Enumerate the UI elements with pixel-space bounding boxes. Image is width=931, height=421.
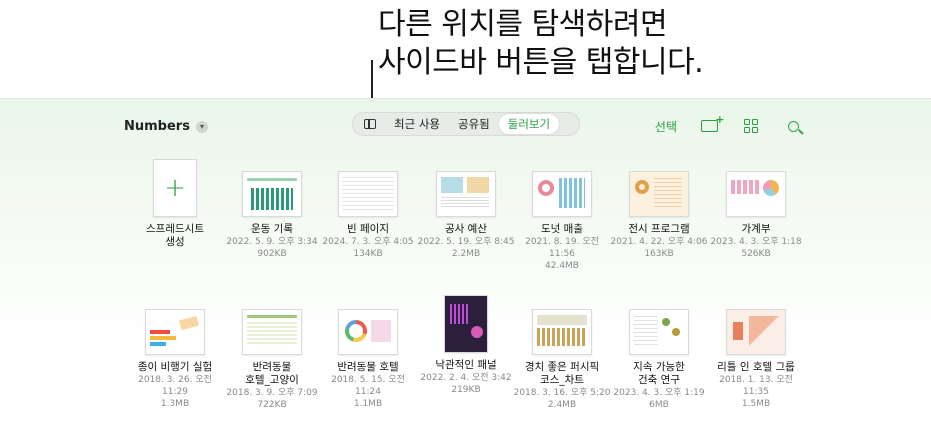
app-title: Numbers <box>124 119 190 134</box>
sidebar-icon <box>364 119 376 129</box>
file-item[interactable]: 도넛 매출 2021. 8. 19. 오전 11:56 42.4MB <box>512 171 612 272</box>
plus-icon: + <box>153 159 197 217</box>
file-name: 스프레드시트 생성 <box>146 223 204 248</box>
file-name: 반려동물 호텔 <box>337 361 399 373</box>
file-name: 빈 페이지 <box>347 223 389 235</box>
callout-caption: 다른 위치를 탐색하려면 사이드바 버튼을 탭합니다. <box>378 6 704 82</box>
file-size: 134KB <box>353 249 383 259</box>
file-name: 반려동물 호텔_고양이 <box>245 361 299 386</box>
file-size: 42.4MB <box>545 261 579 271</box>
file-item[interactable]: 리틀 인 호텔 그룹 2018. 1. 13. 오전 11:35 1.5MB <box>706 309 806 410</box>
file-name: 운동 기록 <box>251 223 293 235</box>
file-size: 722KB <box>257 400 287 410</box>
file-size: 902KB <box>257 249 287 259</box>
file-date: 2018. 3. 9. 오후 7:09 <box>226 388 318 398</box>
file-thumbnail <box>629 309 689 355</box>
file-size: 1.3MB <box>160 399 190 409</box>
file-item[interactable]: 전시 프로그램 2021. 4. 22. 오후 4:06 163KB <box>609 171 709 260</box>
file-name: 공사 예산 <box>445 223 487 235</box>
file-date: 2023. 4. 3. 오후 1:19 <box>613 388 705 398</box>
file-date: 2023. 4. 3. 오후 1:18 <box>710 237 802 247</box>
create-spreadsheet-item[interactable]: + 스프레드시트 생성 <box>125 159 225 249</box>
location-segmented-control: 최근 사용 공유됨 둘러보기 <box>352 112 580 136</box>
file-size: 219KB <box>451 385 481 395</box>
file-thumbnail <box>436 171 496 217</box>
tab-browse[interactable]: 둘러보기 <box>498 114 560 134</box>
app-title-menu[interactable]: Numbers ▾ <box>124 119 208 134</box>
file-thumbnail <box>338 171 398 217</box>
file-thumbnail <box>532 171 592 217</box>
file-name: 리틀 인 호텔 그룹 <box>717 361 795 373</box>
file-thumbnail <box>444 295 488 353</box>
file-date: 2021. 4. 22. 오후 4:06 <box>610 237 708 247</box>
file-size: 526KB <box>741 249 771 259</box>
file-item[interactable]: 낙관적인 패널 2022. 2. 4. 오전 3:42 219KB <box>416 295 516 396</box>
tab-shared[interactable]: 공유됨 <box>449 114 499 134</box>
file-item[interactable]: 운동 기록 2022. 5. 9. 오후 3:34 902KB <box>222 171 322 260</box>
file-date: 2018. 5. 15. 오전 11:24 <box>331 375 405 397</box>
tab-recent[interactable]: 최근 사용 <box>385 114 449 134</box>
file-name: 지속 가능한 건축 연구 <box>633 361 685 386</box>
search-icon <box>787 120 799 132</box>
file-date: 2022. 5. 19. 오후 8:45 <box>417 237 515 247</box>
file-thumbnail <box>726 171 786 217</box>
new-folder-button[interactable] <box>699 113 724 135</box>
file-name: 경치 좋은 퍼시픽 코스_차트 <box>524 361 600 386</box>
file-item[interactable]: 빈 페이지 2024. 7. 3. 오후 4:05 134KB <box>318 171 418 260</box>
file-item[interactable]: 종이 비행기 실험 2018. 3. 26. 오전 11:29 1.3MB <box>125 309 225 410</box>
chevron-down-icon: ▾ <box>195 120 208 133</box>
file-thumbnail <box>532 309 592 355</box>
file-name: 전시 프로그램 <box>628 223 690 235</box>
toolbar-actions: 선택 <box>655 113 803 135</box>
file-size: 6MB <box>649 400 669 410</box>
file-date: 2021. 8. 19. 오전 11:56 <box>525 237 599 259</box>
sidebar-button[interactable] <box>355 114 385 134</box>
file-date: 2022. 5. 9. 오후 3:34 <box>226 237 318 247</box>
file-date: 2022. 2. 4. 오전 3:42 <box>420 373 512 383</box>
file-item[interactable]: 지속 가능한 건축 연구 2023. 4. 3. 오후 1:19 6MB <box>609 309 709 411</box>
file-size: 2.2MB <box>451 249 481 259</box>
file-size: 1.1MB <box>353 399 383 409</box>
file-item[interactable]: 반려동물 호텔 2018. 5. 15. 오전 11:24 1.1MB <box>318 309 418 410</box>
file-thumbnail <box>145 309 205 355</box>
search-button[interactable] <box>783 117 803 135</box>
view-mode-button[interactable] <box>741 117 761 135</box>
callout-line-1: 다른 위치를 탐색하려면 <box>378 7 668 42</box>
file-size: 2.4MB <box>547 400 577 410</box>
document-browser: Numbers ▾ 최근 사용 공유됨 둘러보기 선택 + 스프레드시트 생성 … <box>0 98 931 421</box>
file-name: 가계부 <box>741 223 771 235</box>
file-size: 163KB <box>644 249 674 259</box>
new-folder-icon <box>700 113 724 132</box>
file-name: 도넛 매출 <box>541 223 583 235</box>
file-date: 2018. 1. 13. 오전 11:35 <box>719 375 793 397</box>
grid-view-icon <box>744 119 758 133</box>
file-thumbnail <box>726 309 786 355</box>
file-date: 2018. 3. 16. 오후 5:20 <box>513 388 611 398</box>
file-thumbnail <box>242 309 302 355</box>
file-date: 2024. 7. 3. 오후 4:05 <box>322 237 414 247</box>
file-item[interactable]: 경치 좋은 퍼시픽 코스_차트 2018. 3. 16. 오후 5:20 2.4… <box>512 309 612 411</box>
file-item[interactable]: 공사 예산 2022. 5. 19. 오후 8:45 2.2MB <box>416 171 516 260</box>
file-size: 1.5MB <box>741 399 771 409</box>
file-name: 낙관적인 패널 <box>435 359 497 371</box>
file-item[interactable]: 반려동물 호텔_고양이 2018. 3. 9. 오후 7:09 722KB <box>222 309 322 411</box>
file-date: 2018. 3. 26. 오전 11:29 <box>138 375 212 397</box>
file-name: 종이 비행기 실험 <box>137 361 213 373</box>
file-thumbnail <box>338 309 398 355</box>
file-item[interactable]: 가계부 2023. 4. 3. 오후 1:18 526KB <box>706 171 806 260</box>
select-button[interactable]: 선택 <box>655 118 677 135</box>
file-thumbnail <box>629 171 689 217</box>
file-thumbnail <box>242 171 302 217</box>
callout-line-2: 사이드바 버튼을 탭합니다. <box>378 45 704 80</box>
